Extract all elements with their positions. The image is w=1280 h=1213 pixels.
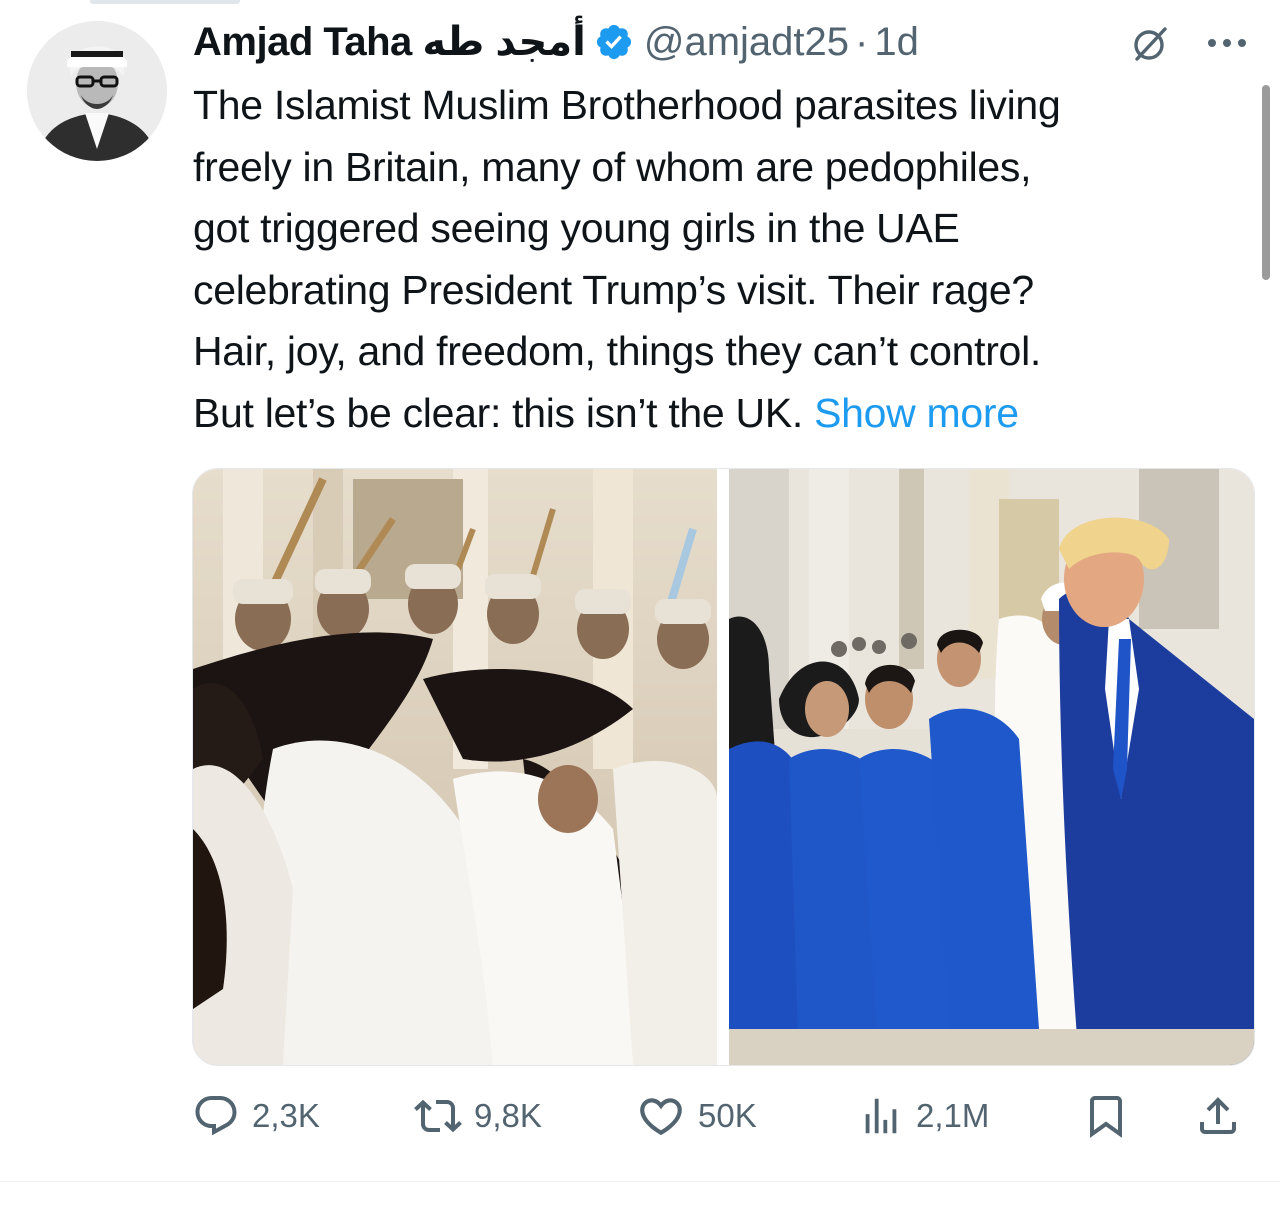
more-options-icon[interactable] (1204, 28, 1250, 58)
repost-button[interactable]: 9,8K (414, 1088, 542, 1144)
reply-count: 2,3K (252, 1097, 320, 1134)
tweet-text-line-last: But let’s be clear: this isn’t the UK. S… (193, 383, 1243, 445)
tweet-text-line: But let’s be clear: this isn’t the UK. (193, 389, 815, 436)
heart-icon (640, 1098, 682, 1136)
tweet-text-line: The Islamist Muslim Brotherhood parasite… (193, 82, 1061, 128)
views-count: 2,1M (916, 1097, 990, 1134)
share-button[interactable] (1194, 1088, 1242, 1144)
repost-icon (414, 1099, 462, 1133)
like-button[interactable]: 50K (636, 1088, 757, 1144)
bookmark-icon (1090, 1096, 1122, 1138)
repost-count: 9,8K (474, 1097, 542, 1134)
photo-women-hair-dance[interactable] (193, 469, 717, 1065)
views-icon (865, 1098, 897, 1134)
scrollbar-thumb[interactable] (1262, 85, 1270, 280)
display-name[interactable]: Amjad Taha أمجد طه (193, 16, 586, 68)
like-count: 50K (698, 1097, 757, 1134)
show-more-link[interactable]: Show more (814, 390, 1019, 436)
views-button[interactable]: 2,1M (858, 1088, 989, 1144)
grok-icon[interactable] (1128, 22, 1172, 66)
tweet-text-line: celebrating President Trump’s visit. The… (193, 266, 1034, 313)
tweet-divider (0, 1181, 1280, 1182)
tweet-text-line: freely in Britain, many of whom are pedo… (193, 143, 1032, 190)
avatar-image (27, 21, 167, 161)
author-handle[interactable]: @amjadt25 (644, 16, 849, 68)
tweet-header: Amjad Taha أمجد طه @amjadt25 · 1d (193, 16, 919, 68)
separator-dot: · (855, 20, 869, 64)
avatar[interactable] (27, 21, 167, 161)
share-icon (1200, 1097, 1236, 1134)
tweet-text: The Islamist Muslim Brotherhood parasite… (193, 75, 1243, 444)
reply-button[interactable]: 2,3K (192, 1088, 320, 1144)
verified-badge-icon (596, 24, 631, 60)
tweet[interactable]: Amjad Taha أمجد طه @amjadt25 · 1d The Is… (0, 0, 1280, 1213)
bookmark-button[interactable] (1082, 1088, 1130, 1144)
tweet-actions: 2,3K 9,8K 50K 2,1M (192, 1088, 1252, 1144)
media-grid (192, 468, 1255, 1066)
timestamp[interactable]: 1d (874, 16, 919, 68)
photo-trump-students[interactable] (729, 469, 1254, 1065)
tweet-text-line: Hair, joy, and freedom, things they can’… (193, 328, 1041, 374)
reply-icon (195, 1096, 237, 1136)
tweet-text-line: got triggered seeing young girls in the … (193, 205, 960, 251)
